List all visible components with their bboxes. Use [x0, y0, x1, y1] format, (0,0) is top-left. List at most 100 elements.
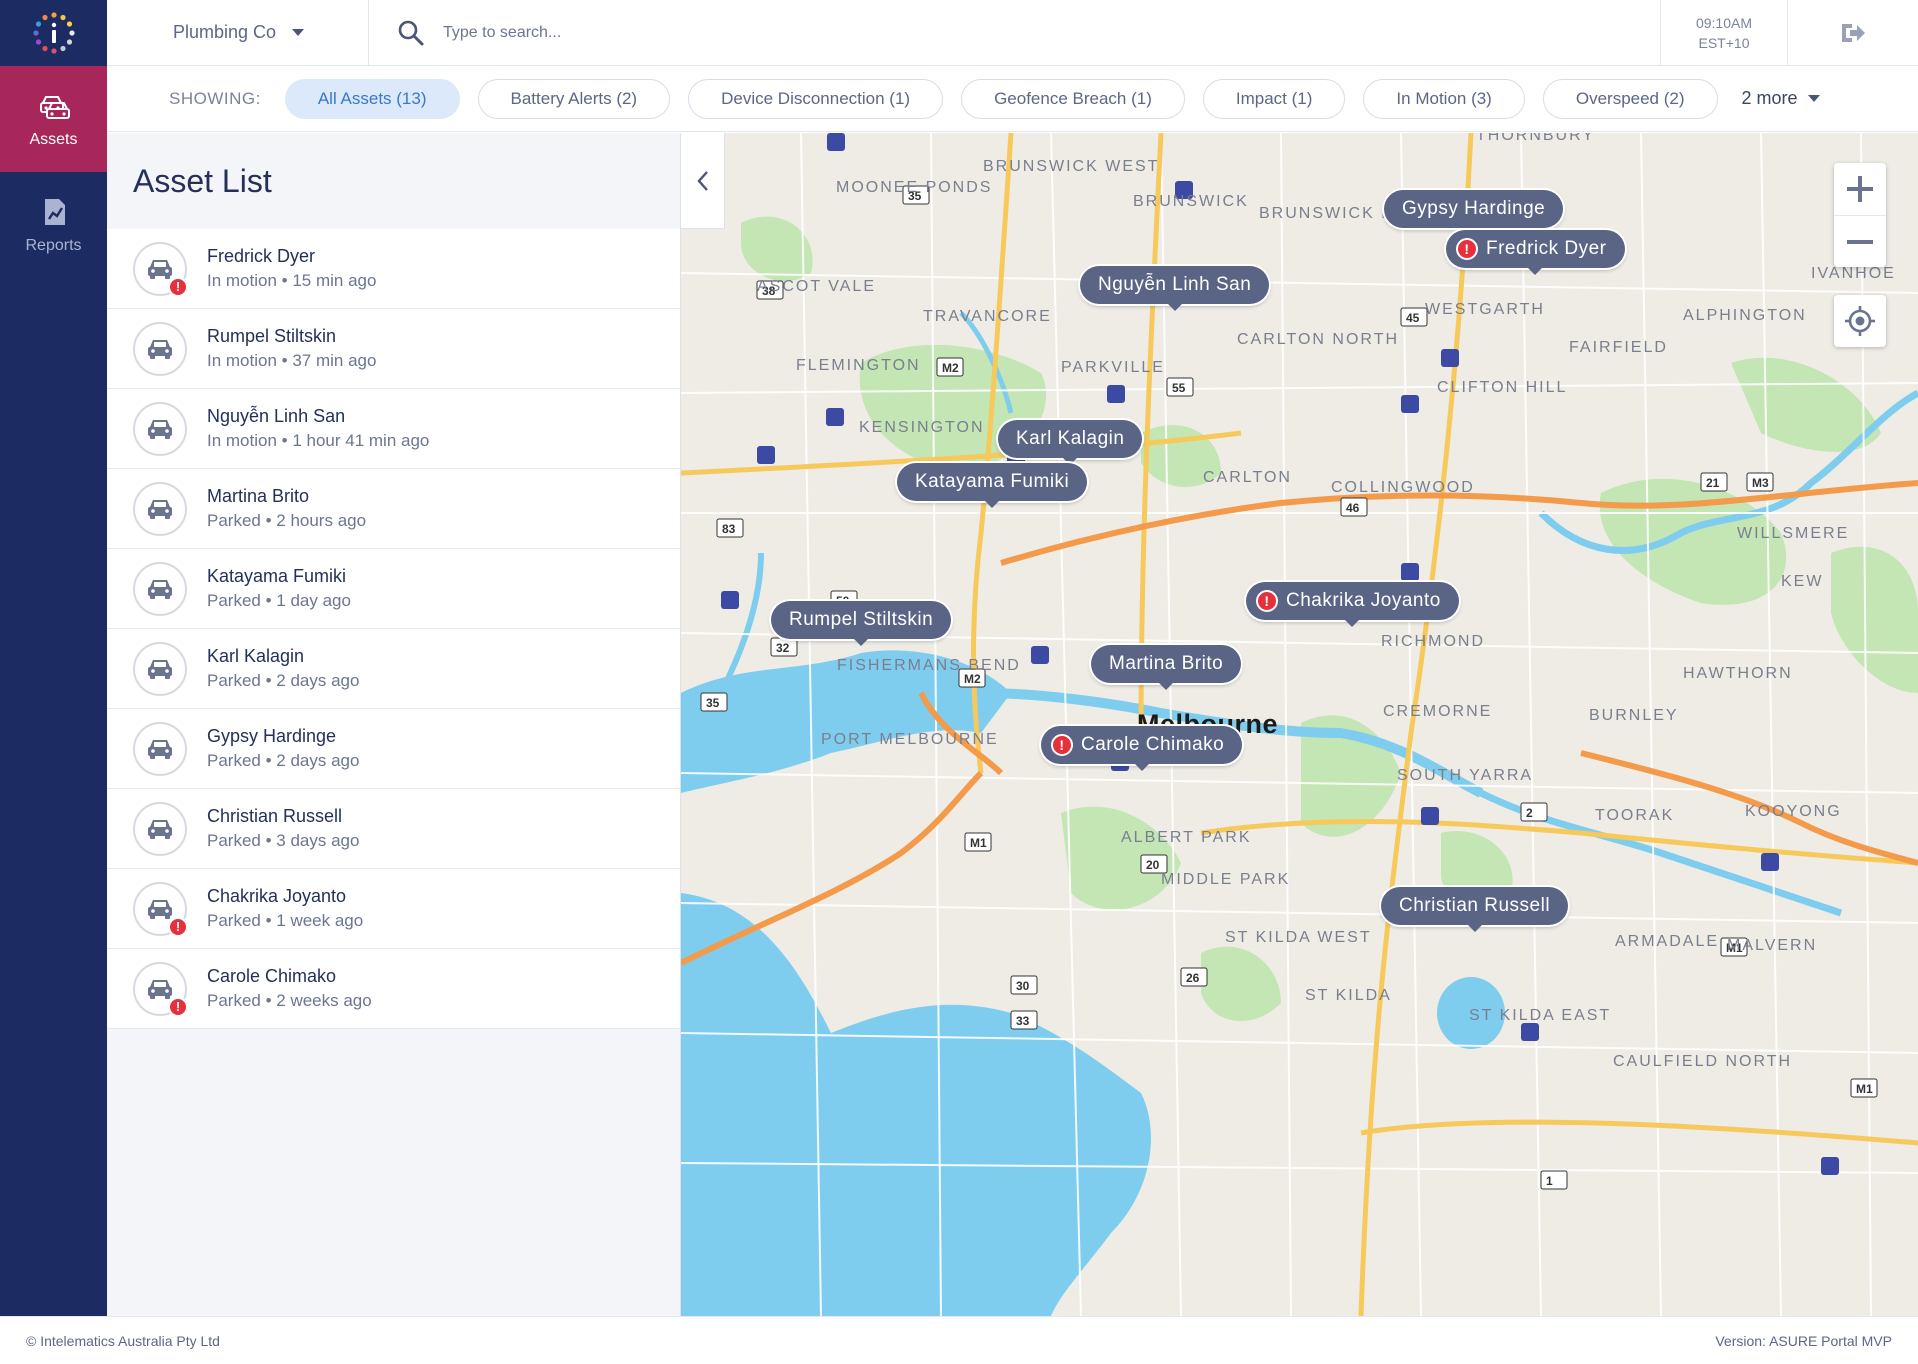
- map-pin[interactable]: Martina Brito: [1091, 645, 1242, 690]
- map-pin-label: Carole Chimako: [1081, 734, 1225, 755]
- suburb-label: MALVERN: [1727, 937, 1818, 954]
- asset-name: Martina Brito: [207, 486, 310, 506]
- more-filters-button[interactable]: 2 more: [1742, 88, 1820, 109]
- asset-text: Fredrick Dyer In motion • 15 min ago: [207, 246, 376, 291]
- clock-timezone: EST+10: [1698, 34, 1750, 51]
- asset-list-item[interactable]: Christian Russell Parked • 3 days ago: [107, 789, 680, 869]
- logout-icon: [1842, 23, 1865, 42]
- map-pin-label: Katayama Fumiki: [915, 471, 1070, 492]
- footer: © Intelematics Australia Pty Ltd Version…: [0, 1316, 1918, 1364]
- asset-text: Rumpel Stiltskin In motion • 37 min ago: [207, 326, 376, 371]
- asset-text: Carole Chimako Parked • 2 weeks ago: [207, 966, 372, 1011]
- filter-chip-in-motion[interactable]: In Motion (3): [1363, 78, 1525, 119]
- asset-name: Katayama Fumiki: [207, 566, 347, 586]
- filter-chip-impact[interactable]: Impact (1): [1202, 78, 1346, 119]
- asset-list-item[interactable]: Nguyễn Linh San In motion • 1 hour 41 min…: [107, 389, 680, 469]
- suburb-label: FAIRFIELD: [1569, 339, 1668, 356]
- asset-text: Christian Russell Parked • 3 days ago: [207, 806, 359, 851]
- zoom-out-button[interactable]: [1834, 215, 1886, 267]
- minus-icon: [1847, 239, 1873, 244]
- suburb-label: KENSINGTON: [859, 419, 985, 436]
- svg-text:30: 30: [1016, 979, 1030, 993]
- suburb-label: ALBERT PARK: [1121, 829, 1252, 846]
- asset-text: Nguyễn Linh San In motion • 1 hour 41 min…: [207, 406, 429, 451]
- suburb-label: IVANHOE: [1811, 265, 1896, 282]
- suburb-label: COLLINGWOOD: [1331, 479, 1475, 496]
- version-text: Version: ASURE Portal MVP: [1715, 1332, 1892, 1349]
- car-icon: [148, 339, 172, 359]
- filter-chip-device-disconnection[interactable]: Device Disconnection (1): [688, 78, 944, 119]
- map-pin[interactable]: ! Chakrika Joyanto: [1246, 582, 1459, 627]
- filter-chip-all-assets[interactable]: All Assets (13): [284, 78, 460, 119]
- map-pin[interactable]: Katayama Fumiki: [897, 463, 1088, 508]
- suburb-label: ALPHINGTON: [1683, 307, 1807, 324]
- asset-list-item[interactable]: ! Chakrika Joyanto Parked • 1 week ago: [107, 869, 680, 949]
- svg-text:33: 33: [1016, 1014, 1030, 1028]
- suburb-label: MOONEE PONDS: [836, 179, 993, 196]
- filter-chip-geofence-breach[interactable]: Geofence Breach (1): [961, 78, 1185, 119]
- nav-item-assets-label: Assets: [29, 131, 78, 148]
- map-pin[interactable]: Christian Russell: [1381, 887, 1569, 932]
- map-pin-label: Gypsy Hardinge: [1402, 198, 1546, 219]
- map-pin[interactable]: ! Carole Chimako: [1041, 726, 1243, 771]
- car-icon: [148, 899, 172, 919]
- suburb-label: THORNBURY: [1476, 133, 1596, 144]
- map-pin-label: Nguyễn Linh San: [1098, 274, 1252, 295]
- suburb-label: TRAVANCORE: [923, 308, 1052, 325]
- suburb-label: KOOYONG: [1745, 803, 1842, 820]
- asset-list-item[interactable]: Gypsy Hardinge Parked • 2 days ago: [107, 709, 680, 789]
- asset-status: Parked • 1 week ago: [207, 911, 364, 930]
- asset-list-item[interactable]: Katayama Fumiki Parked • 1 day ago: [107, 549, 680, 629]
- suburb-label: FLEMINGTON: [796, 357, 921, 374]
- map-view[interactable]: 35 38 M2 55 45 46 83 50 32 M2 35 M1 20 3…: [681, 133, 1918, 1316]
- search-bar: [369, 0, 1660, 66]
- asset-status: Parked • 2 weeks ago: [207, 991, 372, 1010]
- map-pin[interactable]: Nguyễn Linh San: [1080, 266, 1270, 311]
- asset-text: Chakrika Joyanto Parked • 1 week ago: [207, 886, 363, 931]
- car-icon: [148, 499, 172, 519]
- report-icon: [44, 199, 65, 225]
- asset-list-title: Asset List: [133, 162, 272, 199]
- zoom-in-button[interactable]: [1834, 163, 1886, 215]
- asset-name: Chakrika Joyanto: [207, 886, 347, 906]
- locate-button[interactable]: [1834, 295, 1886, 347]
- asset-status: Parked • 2 days ago: [207, 751, 360, 770]
- suburb-label: CARLTON: [1203, 469, 1292, 486]
- map-pin[interactable]: Rumpel Stiltskin: [771, 601, 952, 646]
- app-logo[interactable]: [0, 0, 107, 66]
- filter-chip-overspeed[interactable]: Overspeed (2): [1542, 78, 1718, 119]
- search-icon[interactable]: [397, 19, 425, 47]
- company-name: Plumbing Co: [173, 22, 277, 42]
- asset-list-item[interactable]: ! Fredrick Dyer In motion • 15 min ago: [107, 229, 680, 309]
- filter-bar: SHOWING: All Assets (13) Battery Alerts …: [107, 66, 1918, 132]
- car-icon: [148, 419, 172, 439]
- asset-status: In motion • 15 min ago: [207, 271, 377, 290]
- map-pin[interactable]: Gypsy Hardinge: [1384, 190, 1564, 235]
- collapse-panel-button[interactable]: [681, 133, 725, 229]
- suburb-label: PORT MELBOURNE: [821, 731, 999, 748]
- suburb-label: HAWTHORN: [1683, 665, 1793, 682]
- asset-list-item[interactable]: ! Carole Chimako Parked • 2 weeks ago: [107, 949, 680, 1029]
- asset-list-item[interactable]: Rumpel Stiltskin In motion • 37 min ago: [107, 309, 680, 389]
- suburb-label: RICHMOND: [1381, 633, 1485, 650]
- map-pin[interactable]: ! Fredrick Dyer: [1446, 230, 1625, 275]
- crosshair-icon: [1845, 306, 1875, 336]
- filter-chip-battery-alerts[interactable]: Battery Alerts (2): [477, 78, 671, 119]
- top-bar: Plumbing Co 09:10AM EST+10: [107, 0, 1918, 66]
- map-pin[interactable]: Karl Kalagin: [998, 420, 1143, 465]
- vehicle-avatar: [133, 561, 187, 616]
- svg-text:45: 45: [1406, 311, 1420, 325]
- clock: 09:10AM EST+10: [1660, 0, 1788, 66]
- alert-icon: !: [168, 916, 188, 937]
- company-selector[interactable]: Plumbing Co: [107, 0, 369, 66]
- nav-item-reports[interactable]: Reports: [0, 172, 107, 278]
- asset-list-item[interactable]: Martina Brito Parked • 2 hours ago: [107, 469, 680, 549]
- logout-button[interactable]: [1788, 0, 1918, 66]
- alert-icon: !: [1051, 734, 1073, 756]
- search-input[interactable]: [443, 23, 1043, 42]
- chevron-down-icon: [1807, 95, 1820, 102]
- nav-item-assets[interactable]: Assets: [0, 66, 107, 172]
- suburb-label: BURNLEY: [1589, 707, 1679, 724]
- svg-text:1: 1: [1546, 1174, 1553, 1188]
- asset-list-item[interactable]: Karl Kalagin Parked • 2 days ago: [107, 629, 680, 709]
